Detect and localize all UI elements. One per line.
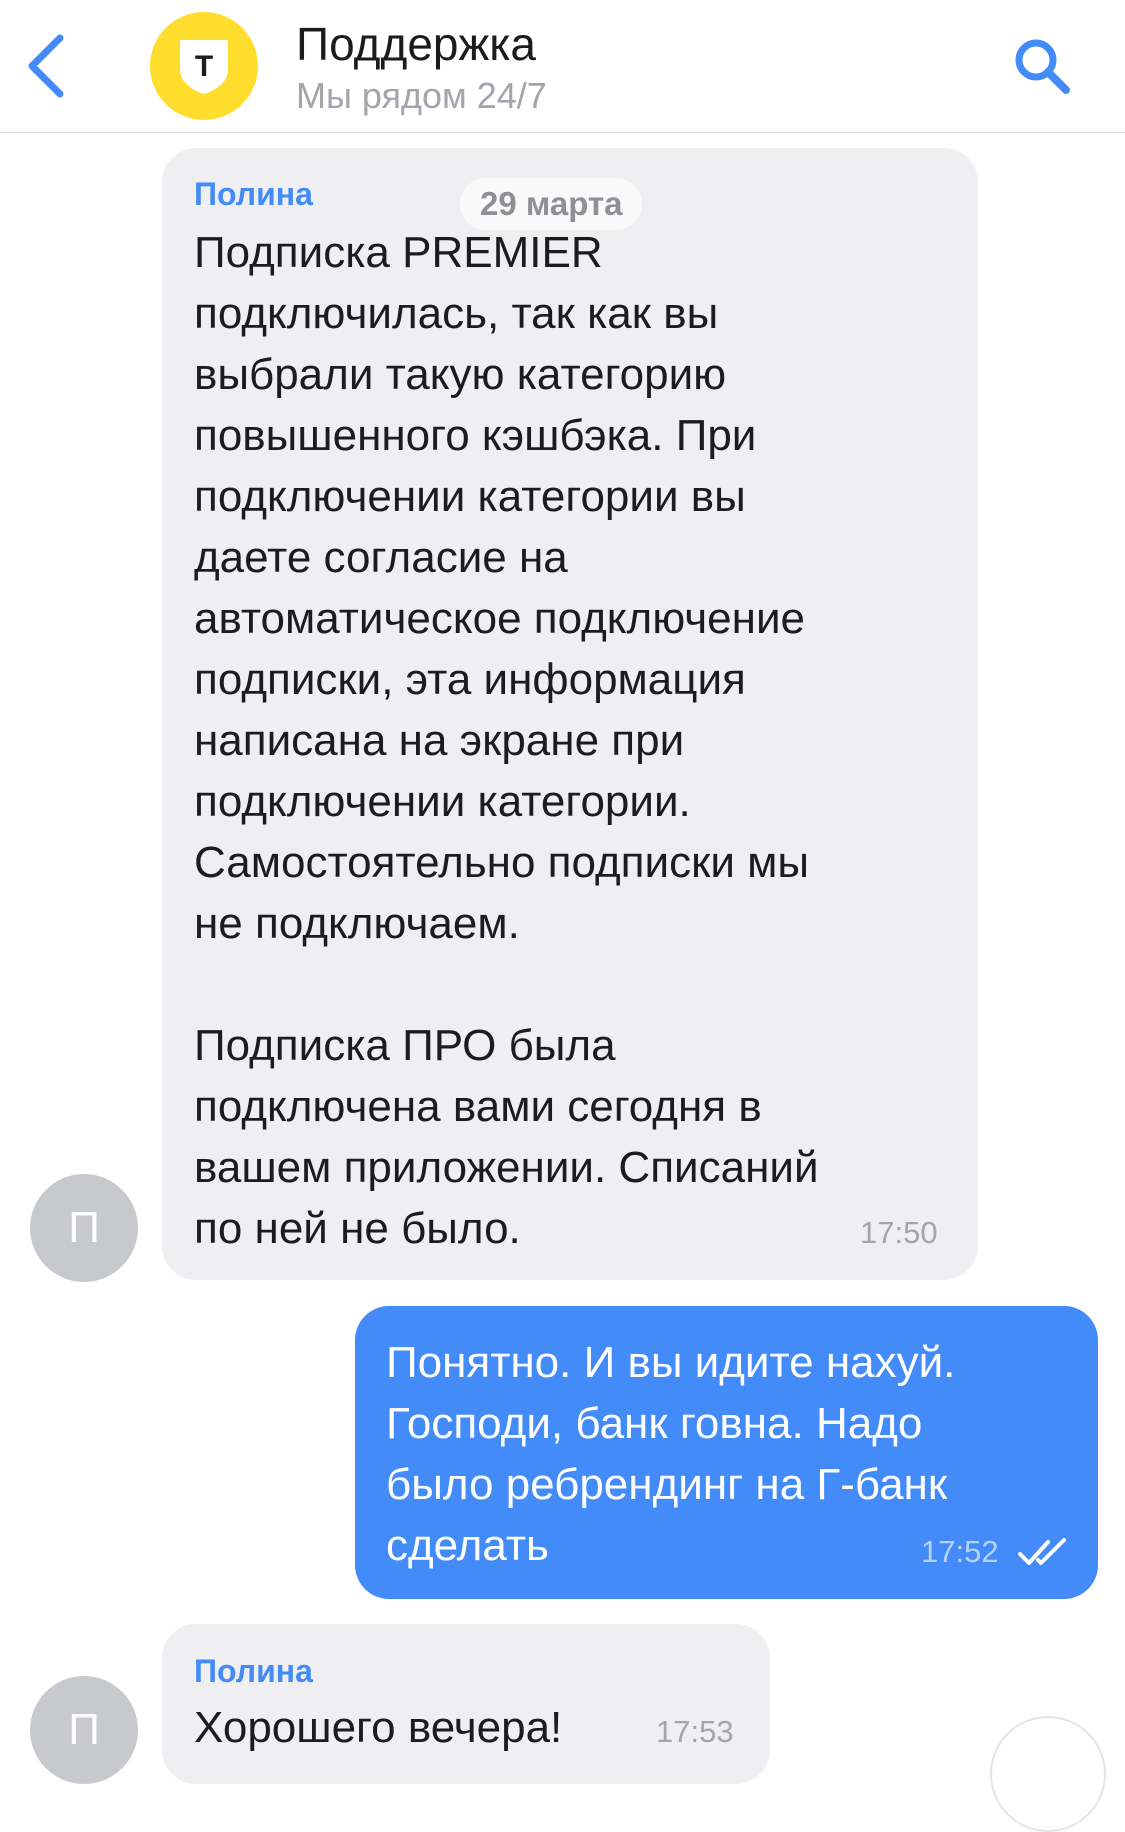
chat-header: Т Поддержка Мы рядом 24/7: [0, 0, 1125, 133]
sender-avatar[interactable]: П: [30, 1676, 138, 1784]
scroll-down-button[interactable]: [990, 1716, 1106, 1832]
chat-title: Поддержка: [296, 18, 536, 70]
message-text: Подписка PREMIER подключилась, так как в…: [194, 228, 819, 1253]
sender-avatar[interactable]: П: [30, 1174, 138, 1282]
search-icon: [1015, 39, 1070, 94]
bank-logo-avatar[interactable]: Т: [150, 12, 258, 120]
search-button[interactable]: [1010, 34, 1074, 98]
chat-subtitle: Мы рядом 24/7: [296, 75, 547, 116]
chevron-left-icon: [28, 34, 64, 98]
message-time: 17:53: [656, 1714, 734, 1749]
message-text: Хорошего вечера!: [194, 1703, 563, 1752]
sender-name: Полина: [194, 176, 313, 212]
sender-name: Полина: [194, 1653, 313, 1689]
back-button[interactable]: [22, 28, 78, 104]
double-check-icon: [1018, 1538, 1066, 1565]
message-time: 17:50: [860, 1215, 938, 1250]
shield-logo-icon: Т: [180, 40, 228, 94]
message-time: 17:52: [921, 1534, 999, 1569]
logo-letter: Т: [195, 50, 213, 83]
